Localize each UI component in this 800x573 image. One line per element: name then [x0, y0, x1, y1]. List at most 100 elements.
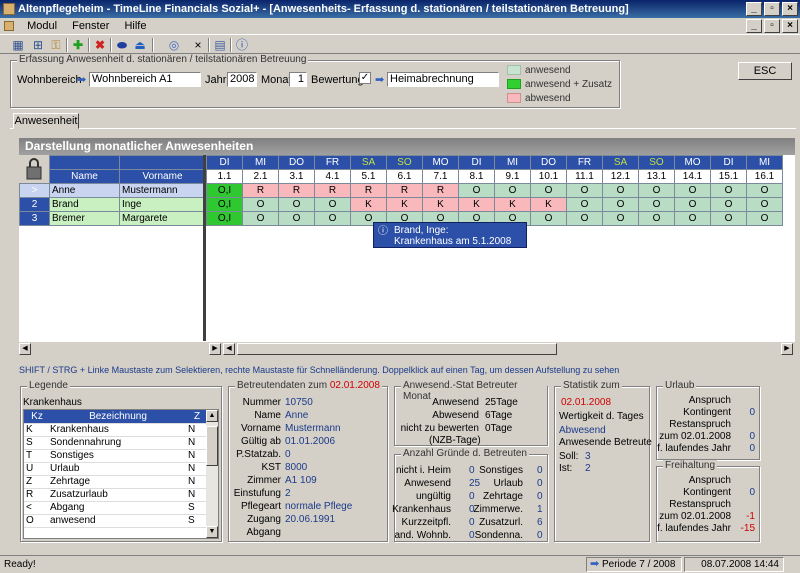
bewertung-input[interactable]: Heimabrechnung [387, 72, 499, 87]
day-cell[interactable]: O [242, 211, 279, 226]
day-header[interactable]: DO [530, 155, 567, 170]
day-cell[interactable]: R [242, 183, 279, 198]
date-header[interactable]: 8.1 [458, 169, 495, 184]
table-row[interactable]: 2 Brand Inge [19, 197, 220, 212]
day-header[interactable]: MO [422, 155, 459, 170]
menu-modul[interactable]: Modul [27, 20, 57, 32]
day-cell[interactable]: O [314, 211, 351, 226]
cancel-icon[interactable]: × [190, 37, 206, 53]
mdi-restore-button[interactable]: ▫ [764, 19, 780, 33]
wohnbereich-input[interactable]: Wohnbereich A1 [89, 72, 201, 87]
z-header[interactable]: Z [186, 410, 206, 424]
day-header[interactable]: DI [710, 155, 747, 170]
day-cell[interactable]: O,I [206, 211, 243, 226]
day-header[interactable]: MO [674, 155, 711, 170]
day-cell[interactable]: O [746, 211, 783, 226]
row-index[interactable]: > [19, 183, 50, 198]
day-cell[interactable]: O [602, 197, 639, 212]
date-header[interactable]: 16.1 [746, 169, 783, 184]
day-header[interactable]: SO [638, 155, 675, 170]
list-item[interactable]: Oanwesend S [24, 514, 206, 528]
kz-header[interactable]: Kz [24, 410, 48, 424]
list-item[interactable]: U Urlaub N [24, 462, 206, 476]
day-cell[interactable]: R [278, 183, 315, 198]
menu-hilfe[interactable]: Hilfe [124, 20, 146, 32]
list-item[interactable]: K Krankenhaus N [24, 423, 206, 437]
date-header[interactable]: 14.1 [674, 169, 711, 184]
day-header[interactable]: MI [746, 155, 783, 170]
table-row[interactable]: O,I R R R R R R O O O O O O O O O [206, 183, 783, 198]
date-header[interactable]: 13.1 [638, 169, 675, 184]
mdi-minimize-button[interactable]: _ [746, 19, 762, 33]
add-icon[interactable]: ✚ [70, 37, 86, 53]
day-cell[interactable]: R [314, 183, 351, 198]
day-cell[interactable]: O,I [206, 197, 243, 212]
day-cell[interactable]: O [530, 211, 567, 226]
day-cell[interactable]: O [242, 197, 279, 212]
restore-button[interactable]: ▫ [764, 2, 780, 16]
date-header[interactable]: 7.1 [422, 169, 459, 184]
vorname-header[interactable]: Vorname [119, 169, 206, 184]
date-header[interactable]: 3.1 [278, 169, 315, 184]
day-cell[interactable]: O [674, 197, 711, 212]
close-button[interactable]: × [782, 2, 798, 16]
day-cell[interactable]: O [602, 211, 639, 226]
mdi-close-button[interactable]: × [782, 19, 798, 33]
day-cell[interactable]: K [386, 197, 423, 212]
undo-icon[interactable]: ⏏ [132, 37, 148, 53]
day-header[interactable]: DI [458, 155, 495, 170]
minimize-button[interactable]: _ [746, 2, 762, 16]
day-cell[interactable]: O [674, 211, 711, 226]
day-cell[interactable]: K [458, 197, 495, 212]
day-cell[interactable]: O [530, 183, 567, 198]
day-header[interactable]: MI [242, 155, 279, 170]
row-name[interactable]: Brand [49, 197, 120, 212]
day-cell[interactable]: R [386, 183, 423, 198]
date-header[interactable]: 5.1 [350, 169, 387, 184]
table-row[interactable]: 3 Bremer Margarete [19, 211, 220, 226]
day-cell[interactable]: R [422, 183, 459, 198]
date-header[interactable]: 11.1 [566, 169, 603, 184]
day-cell[interactable]: O [566, 197, 603, 212]
day-cell[interactable]: O [278, 211, 315, 226]
day-cell[interactable]: O [638, 211, 675, 226]
day-cell[interactable]: O [566, 183, 603, 198]
arrow-right-icon[interactable]: ➡ [375, 73, 384, 86]
tree-icon[interactable]: ⊞ [30, 37, 46, 53]
date-header[interactable]: 2.1 [242, 169, 279, 184]
esc-button[interactable]: ESC [738, 62, 792, 80]
monat-input[interactable]: 1 [289, 72, 307, 87]
day-cell[interactable]: O [710, 183, 747, 198]
name-header[interactable]: Name [49, 169, 120, 184]
table-row[interactable]: O,I O O O K K K K K K O O O O O O [206, 197, 783, 212]
list-item[interactable]: R Zusatzurlaub N [24, 488, 206, 502]
list-item[interactable]: S Sondennahrung N [24, 436, 206, 450]
list-item[interactable]: < Abgang S [24, 501, 206, 515]
day-header[interactable]: MI [494, 155, 531, 170]
list-item[interactable]: T Sonstiges N [24, 449, 206, 463]
row-vorname[interactable]: Mustermann [119, 183, 206, 198]
day-cell[interactable]: O [314, 197, 351, 212]
list-item[interactable]: Z Zehrtage N [24, 475, 206, 489]
save-icon[interactable]: ⬬ [114, 37, 130, 53]
view-icon[interactable]: ◎ [166, 37, 182, 53]
row-index[interactable]: 3 [19, 211, 50, 226]
legend-scrollbar[interactable]: ▲ ▼ [206, 410, 218, 538]
grid-icon[interactable]: ▦ [10, 37, 26, 53]
date-header[interactable]: 9.1 [494, 169, 531, 184]
date-header[interactable]: 10.1 [530, 169, 567, 184]
day-cell[interactable]: O [278, 197, 315, 212]
day-header[interactable]: SA [602, 155, 639, 170]
row-name[interactable]: Bremer [49, 211, 120, 226]
date-header[interactable]: 15.1 [710, 169, 747, 184]
day-cell[interactable]: K [350, 197, 387, 212]
day-cell[interactable]: O [746, 183, 783, 198]
day-cell[interactable]: O [638, 197, 675, 212]
date-header[interactable]: 12.1 [602, 169, 639, 184]
bez-header[interactable]: Bezeichnung [48, 410, 186, 424]
day-cell[interactable]: O [710, 211, 747, 226]
day-cell[interactable]: O [638, 183, 675, 198]
bewertung-checkbox[interactable]: ✓ [359, 72, 371, 84]
day-cell[interactable]: K [422, 197, 459, 212]
arrow-right-icon[interactable]: ➡ [77, 73, 86, 86]
